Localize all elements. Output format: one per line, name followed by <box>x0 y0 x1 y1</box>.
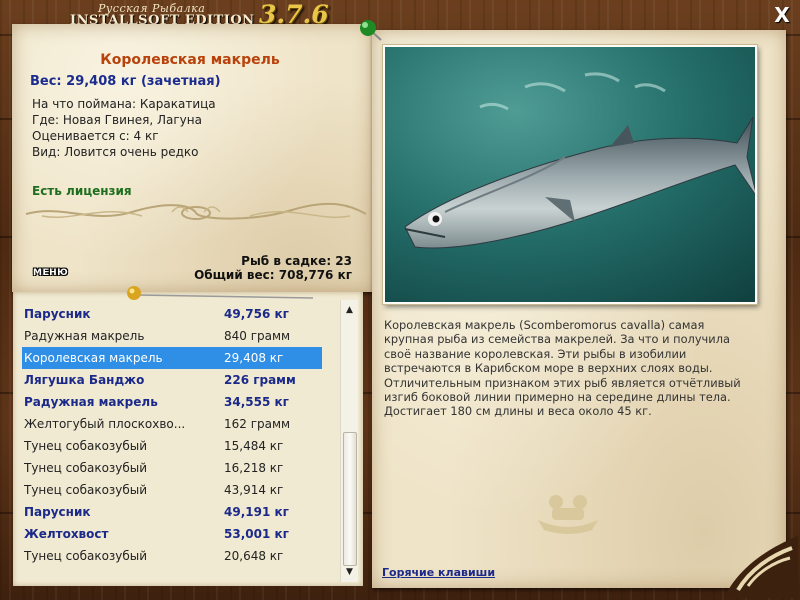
fish-list-weight: 34,555 кг <box>224 395 289 409</box>
fish-list-row[interactable]: Королевская макрель 29,408 кг <box>22 347 322 369</box>
fish-list-row[interactable]: Тунец собакозубый 20,648 кг <box>22 545 322 567</box>
scroll-thumb[interactable] <box>343 432 357 566</box>
fish-list-weight: 226 грамм <box>224 373 296 387</box>
fish-list-weight: 840 грамм <box>224 329 291 343</box>
cage-total-weight: Общий вес: 708,776 кг <box>194 268 352 282</box>
list-scrollbar[interactable]: ▲ ▼ <box>340 300 358 582</box>
fish-list-name: Парусник <box>24 505 91 519</box>
scroll-up-arrow-icon[interactable]: ▲ <box>341 302 358 319</box>
decorative-ornament <box>25 202 367 220</box>
cage-fish-count: Рыб в садке: 23 <box>241 254 352 268</box>
fish-rarity: Вид: Ловится очень редко <box>32 145 199 159</box>
fish-list-name: Желтогубый плоскохво... <box>24 417 186 431</box>
fish-list-weight: 49,756 кг <box>224 307 289 321</box>
corner-scroll-decoration <box>724 536 798 598</box>
fish-list-name: Тунец собакозубый <box>24 483 148 497</box>
fish-list-name: Лягушка Банджо <box>24 373 145 387</box>
fish-list-row[interactable]: Желтохвост 53,001 кг <box>22 523 322 545</box>
fish-weight: Вес: 29,408 кг (зачетная) <box>30 74 221 89</box>
fish-list-row[interactable]: Желтогубый плоскохво... 162 грамм <box>22 413 322 435</box>
king-mackerel-image <box>385 47 755 302</box>
fish-description: Королевская макрель (Scomberomorus caval… <box>384 318 741 419</box>
fish-name-title: Королевская макрель <box>100 52 280 68</box>
fish-list: Парусник 49,756 кг Радужная макрель 840 гра… <box>22 303 322 567</box>
boat-watermark-icon <box>538 495 598 534</box>
fish-list-weight: 16,218 кг <box>224 461 284 475</box>
fish-list-name: Радужная макрель <box>24 395 158 409</box>
gold-pin-icon <box>127 286 314 300</box>
fish-list-name: Тунец собакозубый <box>24 549 148 563</box>
fish-list-weight: 15,484 кг <box>224 439 284 453</box>
fish-list-name: Тунец собакозубый <box>24 461 148 475</box>
fish-list-row[interactable]: Лягушка Банджо 226 грамм <box>22 369 322 391</box>
license-status: Есть лицензия <box>32 184 132 198</box>
fish-photo <box>383 45 757 304</box>
fish-list-row[interactable]: Парусник 49,756 кг <box>22 303 322 325</box>
menu-button[interactable]: МЕНЮ <box>33 268 68 278</box>
fish-list-name: Радужная макрель <box>24 329 145 343</box>
fish-list-weight: 20,648 кг <box>224 549 284 563</box>
green-pin-icon <box>360 20 382 41</box>
fish-location: Где: Новая Гвинея, Лагуна <box>32 113 202 127</box>
fish-list-row[interactable]: Тунец собакозубый 16,218 кг <box>22 457 322 479</box>
fish-list-weight: 29,408 кг <box>224 351 284 365</box>
hotkeys-link[interactable]: Горячие клавиши <box>382 566 495 579</box>
fish-list-name: Королевская макрель <box>24 351 163 365</box>
fish-list-weight: 43,914 кг <box>224 483 284 497</box>
fish-list-row[interactable]: Радужная макрель 34,555 кг <box>22 391 322 413</box>
fish-list-row[interactable]: Парусник 49,191 кг <box>22 501 322 523</box>
scroll-down-arrow-icon[interactable]: ▼ <box>341 564 358 581</box>
fish-list-name: Парусник <box>24 307 91 321</box>
fish-list-name: Тунец собакозубый <box>24 439 148 453</box>
fish-list-weight: 49,191 кг <box>224 505 289 519</box>
fish-list-name: Желтохвост <box>24 527 109 541</box>
fish-list-weight: 53,001 кг <box>224 527 289 541</box>
fish-rated-from: Оценивается с: 4 кг <box>32 129 159 143</box>
fish-bait: На что поймана: Каракатица <box>32 97 216 111</box>
close-icon: X <box>774 3 790 27</box>
fish-list-row[interactable]: Тунец собакозубый 15,484 кг <box>22 435 322 457</box>
fish-list-weight: 162 грамм <box>224 417 291 431</box>
fish-list-row[interactable]: Тунец собакозубый 43,914 кг <box>22 479 322 501</box>
close-button[interactable]: X <box>772 5 792 25</box>
fish-list-row[interactable]: Радужная макрель 840 грамм <box>22 325 322 347</box>
